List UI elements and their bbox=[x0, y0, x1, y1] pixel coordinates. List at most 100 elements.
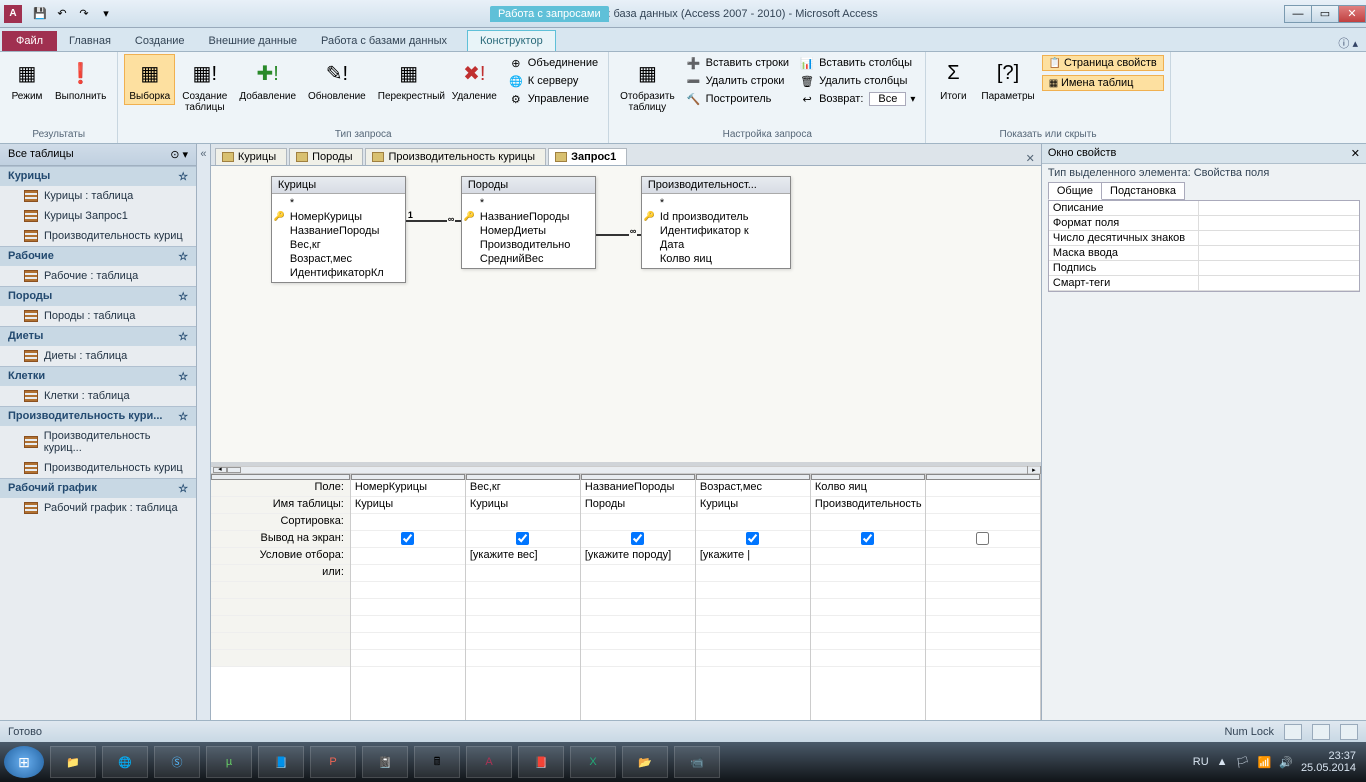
file-tab[interactable]: Файл bbox=[2, 31, 57, 51]
or-cell[interactable] bbox=[351, 565, 465, 582]
field-item[interactable]: НазваниеПороды bbox=[462, 210, 595, 224]
close-button[interactable]: ✕ bbox=[1338, 5, 1366, 23]
navpane-category[interactable]: Клетки☆ bbox=[0, 366, 196, 386]
delete-cols-button[interactable]: 🗑Удалить столбцы bbox=[795, 72, 919, 90]
qat-customize-icon[interactable]: ▾ bbox=[96, 4, 116, 24]
field-item[interactable]: НомерКурицы bbox=[272, 210, 405, 224]
navpane-category[interactable]: Породы☆ bbox=[0, 286, 196, 306]
field-item[interactable]: Колво яиц bbox=[642, 252, 790, 266]
property-value[interactable] bbox=[1199, 216, 1359, 230]
restore-button[interactable]: ▭ bbox=[1311, 5, 1339, 23]
property-value[interactable] bbox=[1199, 201, 1359, 215]
run-button[interactable]: ❗Выполнить bbox=[50, 54, 111, 105]
document-tab[interactable]: Производительность курицы bbox=[365, 148, 546, 165]
lang-indicator[interactable]: RU bbox=[1193, 756, 1209, 768]
tablenames-toggle[interactable]: ▦ Имена таблиц bbox=[1042, 75, 1164, 91]
view-button[interactable]: ▦Режим bbox=[6, 54, 48, 105]
sort-cell[interactable] bbox=[696, 514, 810, 531]
navpane-item[interactable]: Рабочий график : таблица bbox=[0, 498, 196, 518]
sort-cell[interactable] bbox=[811, 514, 925, 531]
show-checkbox[interactable] bbox=[516, 532, 529, 545]
field-item[interactable]: * bbox=[272, 196, 405, 210]
grid-column[interactable]: НазваниеПороды Породы [укажите породу] bbox=[581, 474, 696, 720]
field-cell[interactable] bbox=[926, 480, 1040, 497]
navpane-item[interactable]: Клетки : таблица bbox=[0, 386, 196, 406]
delete-rows-button[interactable]: ➖Удалить строки bbox=[682, 72, 793, 90]
property-value[interactable] bbox=[1199, 261, 1359, 275]
close-tab-icon[interactable]: ✕ bbox=[1020, 152, 1041, 165]
criteria-cell[interactable]: [укажите вес] bbox=[466, 548, 580, 565]
show-cell[interactable] bbox=[696, 531, 810, 548]
grid-column[interactable]: НомерКурицы Курицы bbox=[351, 474, 466, 720]
table-cell[interactable] bbox=[926, 497, 1040, 514]
field-item[interactable]: НазваниеПороды bbox=[272, 224, 405, 238]
union-button[interactable]: ⊕Объединение bbox=[504, 54, 602, 72]
field-item[interactable]: Производительно bbox=[462, 238, 595, 252]
navpane-item[interactable]: Курицы Запрос1 bbox=[0, 206, 196, 226]
field-cell[interactable]: НомерКурицы bbox=[351, 480, 465, 497]
taskbar-item[interactable]: 📓 bbox=[362, 746, 408, 778]
return-row[interactable]: ↩Возврат: Все ▾ bbox=[795, 90, 919, 108]
redo-icon[interactable]: ↷ bbox=[74, 4, 94, 24]
table-cell[interactable]: Производительность bbox=[811, 497, 925, 514]
scroll-left-icon[interactable]: ◂ bbox=[213, 467, 227, 473]
delete-query-button[interactable]: ✖!Удаление bbox=[447, 54, 502, 105]
append-button[interactable]: ✚!Добавление bbox=[234, 54, 301, 105]
clock[interactable]: 23:3725.05.2014 bbox=[1301, 750, 1356, 774]
navpane-item[interactable]: Производительность куриц bbox=[0, 458, 196, 478]
field-item[interactable]: Id производитель bbox=[642, 210, 790, 224]
field-cell[interactable]: Возраст,мес bbox=[696, 480, 810, 497]
taskbar-item[interactable]: X bbox=[570, 746, 616, 778]
propsheet-tab[interactable]: Общие bbox=[1048, 182, 1102, 200]
table-cell[interactable]: Курицы bbox=[351, 497, 465, 514]
ribbon-tab[interactable]: Работа с базами данных bbox=[309, 31, 459, 51]
taskbar-item[interactable]: 📁 bbox=[50, 746, 96, 778]
or-cell[interactable] bbox=[811, 565, 925, 582]
tablebox-title[interactable]: Курицы bbox=[272, 177, 405, 194]
minimize-button[interactable]: — bbox=[1284, 5, 1312, 23]
criteria-cell[interactable]: [укажите | bbox=[696, 548, 810, 565]
insert-cols-button[interactable]: 📊Вставить столбцы bbox=[795, 54, 919, 72]
scroll-handle[interactable] bbox=[227, 467, 241, 473]
collapse-icon[interactable]: ☆ bbox=[178, 330, 188, 343]
taskbar-item[interactable]: 🖩 bbox=[414, 746, 460, 778]
select-query-button[interactable]: ▦Выборка bbox=[124, 54, 175, 105]
property-row[interactable]: Подпись bbox=[1049, 261, 1359, 276]
ribbon-tab[interactable]: Главная bbox=[57, 31, 123, 51]
taskbar-item[interactable]: 📂 bbox=[622, 746, 668, 778]
navpane-item[interactable]: Рабочие : таблица bbox=[0, 266, 196, 286]
network-icon[interactable]: 📶 bbox=[1258, 756, 1272, 769]
maketable-button[interactable]: ▦!Создание таблицы bbox=[177, 54, 232, 116]
datadef-button[interactable]: ⚙Управление bbox=[504, 90, 602, 108]
taskbar-item[interactable]: 📘 bbox=[258, 746, 304, 778]
criteria-cell[interactable] bbox=[926, 548, 1040, 565]
property-row[interactable]: Число десятичных знаков bbox=[1049, 231, 1359, 246]
or-cell[interactable] bbox=[926, 565, 1040, 582]
criteria-cell[interactable] bbox=[351, 548, 465, 565]
criteria-cell[interactable]: [укажите породу] bbox=[581, 548, 695, 565]
crosstab-button[interactable]: ▦Перекрестный bbox=[373, 54, 445, 105]
collapse-icon[interactable]: ☆ bbox=[178, 482, 188, 495]
sort-cell[interactable] bbox=[926, 514, 1040, 531]
show-checkbox[interactable] bbox=[861, 532, 874, 545]
sort-cell[interactable] bbox=[466, 514, 580, 531]
show-checkbox[interactable] bbox=[631, 532, 644, 545]
showtable-button[interactable]: ▦Отобразить таблицу bbox=[615, 54, 680, 116]
navpane-item[interactable]: Диеты : таблица bbox=[0, 346, 196, 366]
field-item[interactable]: ИдентификаторКл bbox=[272, 266, 405, 280]
collapse-icon[interactable]: ☆ bbox=[178, 410, 188, 423]
field-cell[interactable]: НазваниеПороды bbox=[581, 480, 695, 497]
collapse-icon[interactable]: ☆ bbox=[178, 370, 188, 383]
property-row[interactable]: Описание bbox=[1049, 201, 1359, 216]
return-combo[interactable]: Все bbox=[869, 92, 906, 106]
splitter[interactable]: ◂ ▸ bbox=[211, 466, 1041, 474]
document-tab[interactable]: Курицы bbox=[215, 148, 287, 165]
tablebox-title[interactable]: Породы bbox=[462, 177, 595, 194]
navpane-header[interactable]: Все таблицы⊙ ▾ bbox=[0, 144, 196, 166]
show-cell[interactable] bbox=[351, 531, 465, 548]
or-cell[interactable] bbox=[466, 565, 580, 582]
tray-icon[interactable]: ▲ bbox=[1217, 756, 1228, 768]
property-row[interactable]: Маска ввода bbox=[1049, 246, 1359, 261]
grid-column[interactable]: Колво яиц Производительность bbox=[811, 474, 926, 720]
navpane-category[interactable]: Диеты☆ bbox=[0, 326, 196, 346]
